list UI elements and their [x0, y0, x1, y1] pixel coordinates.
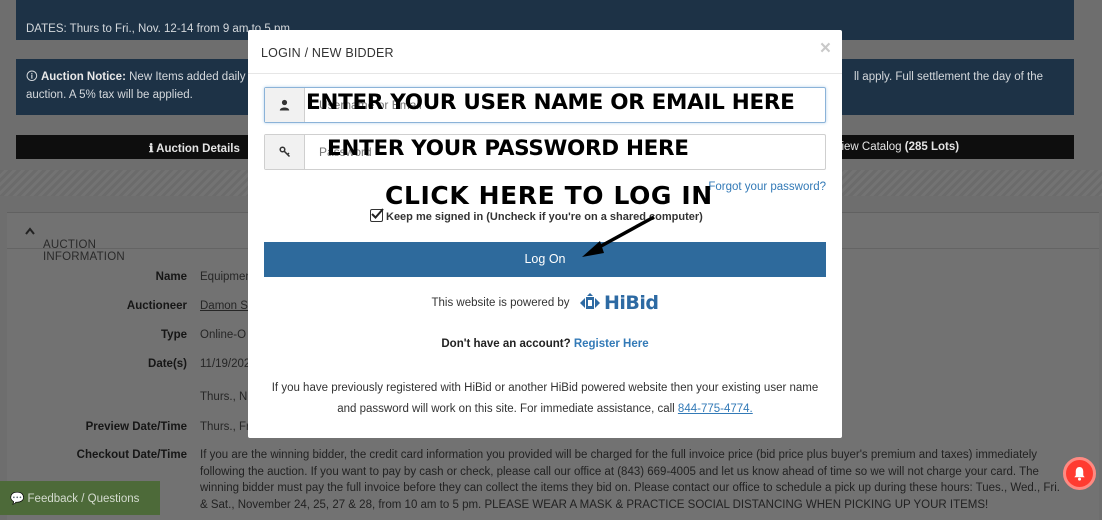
no-account-text: Don't have an account? [441, 338, 571, 350]
auction-notice-label: Auction Notice: [40, 71, 126, 83]
key-icon [279, 146, 291, 158]
tab-auction-details-label: Auction Details [156, 143, 240, 155]
log-on-button[interactable]: Log On [264, 242, 826, 277]
login-modal: LOGIN / NEW BIDDER × ENTER YOUR USER NAM… [248, 30, 842, 438]
panel-title: AUCTION INFORMATION [43, 239, 125, 263]
auction-notice-text-right: ll apply. Full settlement the day of the [854, 71, 1043, 83]
row-value: 11/19/202 [200, 358, 251, 370]
tab-view-catalog-label: View Catalog [834, 141, 905, 153]
instruction-overlay-click: CLICK HERE TO LOG IN [385, 181, 713, 210]
username-field[interactable] [264, 87, 826, 123]
password-input[interactable] [305, 135, 825, 169]
username-addon [265, 88, 305, 122]
row-label: Auctioneer [126, 300, 187, 312]
register-link[interactable]: Register Here [574, 338, 649, 350]
row-value: Equipmen [200, 271, 252, 283]
row-label: Type [161, 329, 187, 341]
powered-by: This website is powered by HiBid [248, 292, 842, 314]
tab-view-catalog[interactable]: View Catalog (285 Lots) [834, 141, 959, 153]
bidding-notice-clipped [26, 6, 1064, 20]
hibid-logo-text: HiBid [603, 292, 659, 314]
feedback-label: Feedback / Questions [27, 493, 140, 505]
chat-icon: 💬 [10, 493, 25, 505]
tab-auction-details[interactable]: ℹ Auction Details [149, 141, 240, 155]
password-field[interactable] [264, 134, 826, 170]
bell-icon [1074, 466, 1085, 481]
chevron-up-icon [25, 227, 35, 235]
modal-divider [248, 73, 842, 74]
no-account: Don't have an account? Register Here [248, 338, 842, 350]
auction-notice-text: New Items added daily [129, 71, 246, 83]
keep-signed-in-checkbox[interactable] [370, 208, 384, 222]
row-label: Checkout Date/Time [76, 449, 187, 461]
phone-link[interactable]: 844-775-4774. [678, 403, 753, 415]
user-icon [279, 99, 290, 111]
username-input[interactable] [305, 88, 825, 122]
row-label: Preview Date/Time [85, 421, 187, 433]
keep-signed-in-label: Keep me signed in (Uncheck if you're on … [386, 211, 703, 223]
checkmark-icon [371, 208, 384, 219]
notification-bell-button[interactable] [1063, 457, 1096, 490]
row-value: Online-O [200, 329, 247, 341]
forgot-password-link[interactable]: Forgot your password? [708, 181, 826, 193]
close-icon[interactable]: × [820, 38, 831, 60]
tab-view-catalog-count: (285 Lots) [904, 141, 960, 153]
modal-title: LOGIN / NEW BIDDER [261, 46, 394, 60]
row-label: Name [155, 271, 187, 283]
auctioneer-link[interactable]: Damon S [200, 300, 248, 312]
checkout-text: If you are the winning bidder, the credi… [200, 449, 1060, 511]
info-icon: ℹ [149, 143, 154, 155]
row-label: Date(s) [148, 358, 187, 370]
keep-signed-in[interactable]: Keep me signed in (Uncheck if you're on … [370, 208, 703, 223]
row-value: Thurs., Fr [200, 421, 250, 433]
info-icon: 🛈 [26, 71, 38, 83]
feedback-button[interactable]: 💬 Feedback / Questions [0, 481, 160, 515]
hibid-logo-icon [579, 293, 600, 309]
powered-by-text: This website is powered by [431, 297, 570, 310]
registration-info: If you have previously registered with H… [268, 378, 822, 420]
password-addon [265, 135, 305, 169]
row-value: Thurs., N [200, 391, 248, 403]
